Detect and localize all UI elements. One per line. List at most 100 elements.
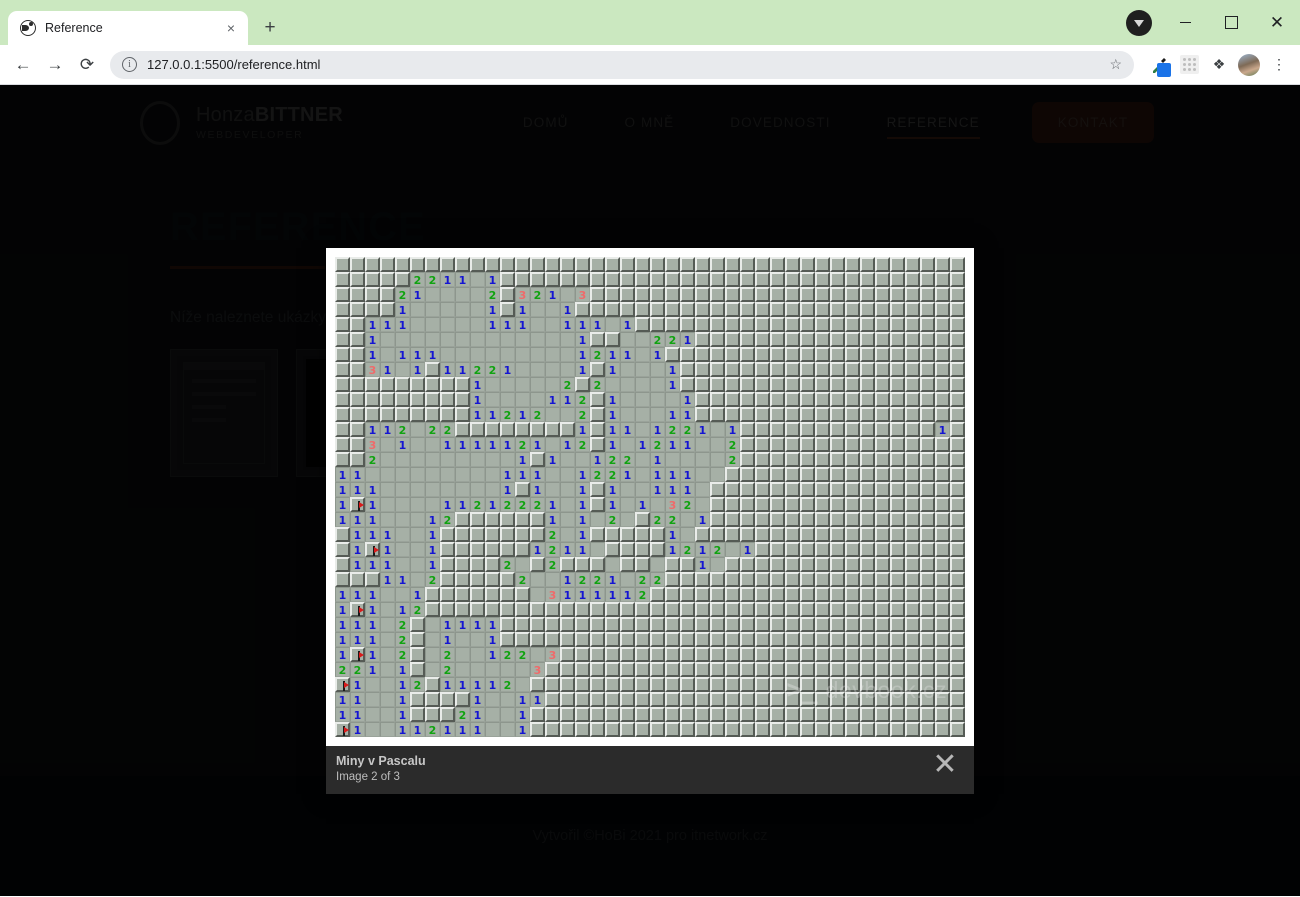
minesweeper-cell[interactable] [575,452,590,467]
minesweeper-cell[interactable] [365,257,380,272]
minesweeper-cell[interactable] [815,557,830,572]
minesweeper-cell[interactable] [935,407,950,422]
minesweeper-cell[interactable] [920,617,935,632]
minesweeper-cell[interactable] [350,347,365,362]
minesweeper-cell[interactable] [800,347,815,362]
minesweeper-cell[interactable] [485,722,500,737]
minesweeper-cell[interactable] [740,377,755,392]
minesweeper-cell[interactable] [590,677,605,692]
minesweeper-cell[interactable] [710,377,725,392]
minesweeper-cell[interactable]: 1 [545,512,560,527]
minesweeper-cell[interactable]: 1 [680,392,695,407]
minesweeper-cell[interactable] [395,482,410,497]
minesweeper-cell[interactable]: 1 [605,392,620,407]
minesweeper-cell[interactable] [605,677,620,692]
minesweeper-cell[interactable] [695,257,710,272]
minesweeper-cell[interactable] [470,347,485,362]
minesweeper-cell[interactable] [725,257,740,272]
minesweeper-cell[interactable] [635,392,650,407]
minesweeper-cell[interactable] [875,602,890,617]
minesweeper-cell[interactable] [590,302,605,317]
minesweeper-cell[interactable] [890,287,905,302]
minesweeper-cell[interactable] [395,512,410,527]
minesweeper-cell[interactable] [695,452,710,467]
profile-chevron-icon[interactable] [1126,9,1152,36]
minesweeper-cell[interactable]: 2 [635,587,650,602]
minesweeper-cell[interactable]: 2 [425,722,440,737]
minesweeper-cell[interactable] [770,272,785,287]
minesweeper-cell[interactable] [740,512,755,527]
minesweeper-cell[interactable] [575,272,590,287]
minesweeper-cell[interactable]: 1 [500,317,515,332]
minesweeper-cell[interactable] [530,377,545,392]
minesweeper-cell[interactable] [470,527,485,542]
minesweeper-cell[interactable] [575,722,590,737]
minesweeper-cell[interactable] [800,437,815,452]
minesweeper-cell[interactable] [455,392,470,407]
minesweeper-cell[interactable] [875,677,890,692]
minesweeper-cell[interactable]: 1 [530,692,545,707]
minesweeper-cell[interactable] [425,692,440,707]
minesweeper-cell[interactable] [440,332,455,347]
minesweeper-cell[interactable] [500,332,515,347]
minesweeper-cell[interactable] [635,692,650,707]
minesweeper-cell[interactable] [395,407,410,422]
minesweeper-cell[interactable] [680,662,695,677]
minesweeper-cell[interactable] [530,452,545,467]
minesweeper-cell[interactable] [575,617,590,632]
minesweeper-cell[interactable]: 1 [620,422,635,437]
minesweeper-cell[interactable] [695,482,710,497]
minesweeper-cell[interactable] [815,452,830,467]
minesweeper-cell[interactable] [755,452,770,467]
minesweeper-cell[interactable]: 2 [575,437,590,452]
minesweeper-cell[interactable] [755,692,770,707]
minesweeper-cell[interactable] [560,647,575,662]
minesweeper-cell[interactable]: 3 [365,362,380,377]
minesweeper-cell[interactable] [635,452,650,467]
minesweeper-cell[interactable]: 1 [470,407,485,422]
minesweeper-cell[interactable]: 1 [365,632,380,647]
minesweeper-cell[interactable] [905,302,920,317]
minesweeper-cell[interactable] [770,437,785,452]
minesweeper-cell[interactable] [890,377,905,392]
minesweeper-cell[interactable] [545,722,560,737]
minesweeper-cell[interactable]: 1 [515,302,530,317]
minesweeper-cell[interactable]: 1 [605,482,620,497]
minesweeper-cell[interactable] [440,257,455,272]
minesweeper-cell[interactable] [740,662,755,677]
minesweeper-cell[interactable] [500,692,515,707]
minesweeper-cell[interactable] [785,647,800,662]
minesweeper-cell[interactable] [395,587,410,602]
minesweeper-cell[interactable] [905,662,920,677]
minesweeper-cell[interactable] [635,647,650,662]
minesweeper-cell[interactable] [395,392,410,407]
minesweeper-cell[interactable] [905,482,920,497]
minesweeper-cell[interactable] [875,422,890,437]
minesweeper-cell[interactable] [770,692,785,707]
minesweeper-cell[interactable] [890,572,905,587]
minesweeper-cell[interactable] [890,632,905,647]
minesweeper-cell[interactable] [380,287,395,302]
minesweeper-cell[interactable] [905,692,920,707]
minesweeper-cell[interactable] [530,512,545,527]
minesweeper-cell[interactable]: 1 [620,587,635,602]
minesweeper-cell[interactable] [845,347,860,362]
minesweeper-cell[interactable] [875,452,890,467]
minesweeper-cell[interactable] [710,302,725,317]
minesweeper-cell[interactable]: 2 [500,647,515,662]
minesweeper-cell[interactable] [710,437,725,452]
minesweeper-cell[interactable] [935,482,950,497]
minesweeper-cell[interactable] [455,557,470,572]
minesweeper-cell[interactable] [800,332,815,347]
minesweeper-cell[interactable] [905,602,920,617]
minesweeper-cell[interactable] [440,317,455,332]
minesweeper-cell[interactable] [800,722,815,737]
minesweeper-cell[interactable] [740,317,755,332]
minesweeper-cell[interactable] [740,482,755,497]
minesweeper-cell[interactable] [920,497,935,512]
minesweeper-cell[interactable] [470,302,485,317]
minesweeper-cell[interactable] [395,467,410,482]
minesweeper-cell[interactable] [380,587,395,602]
minesweeper-cell[interactable] [905,647,920,662]
minesweeper-cell[interactable] [905,542,920,557]
